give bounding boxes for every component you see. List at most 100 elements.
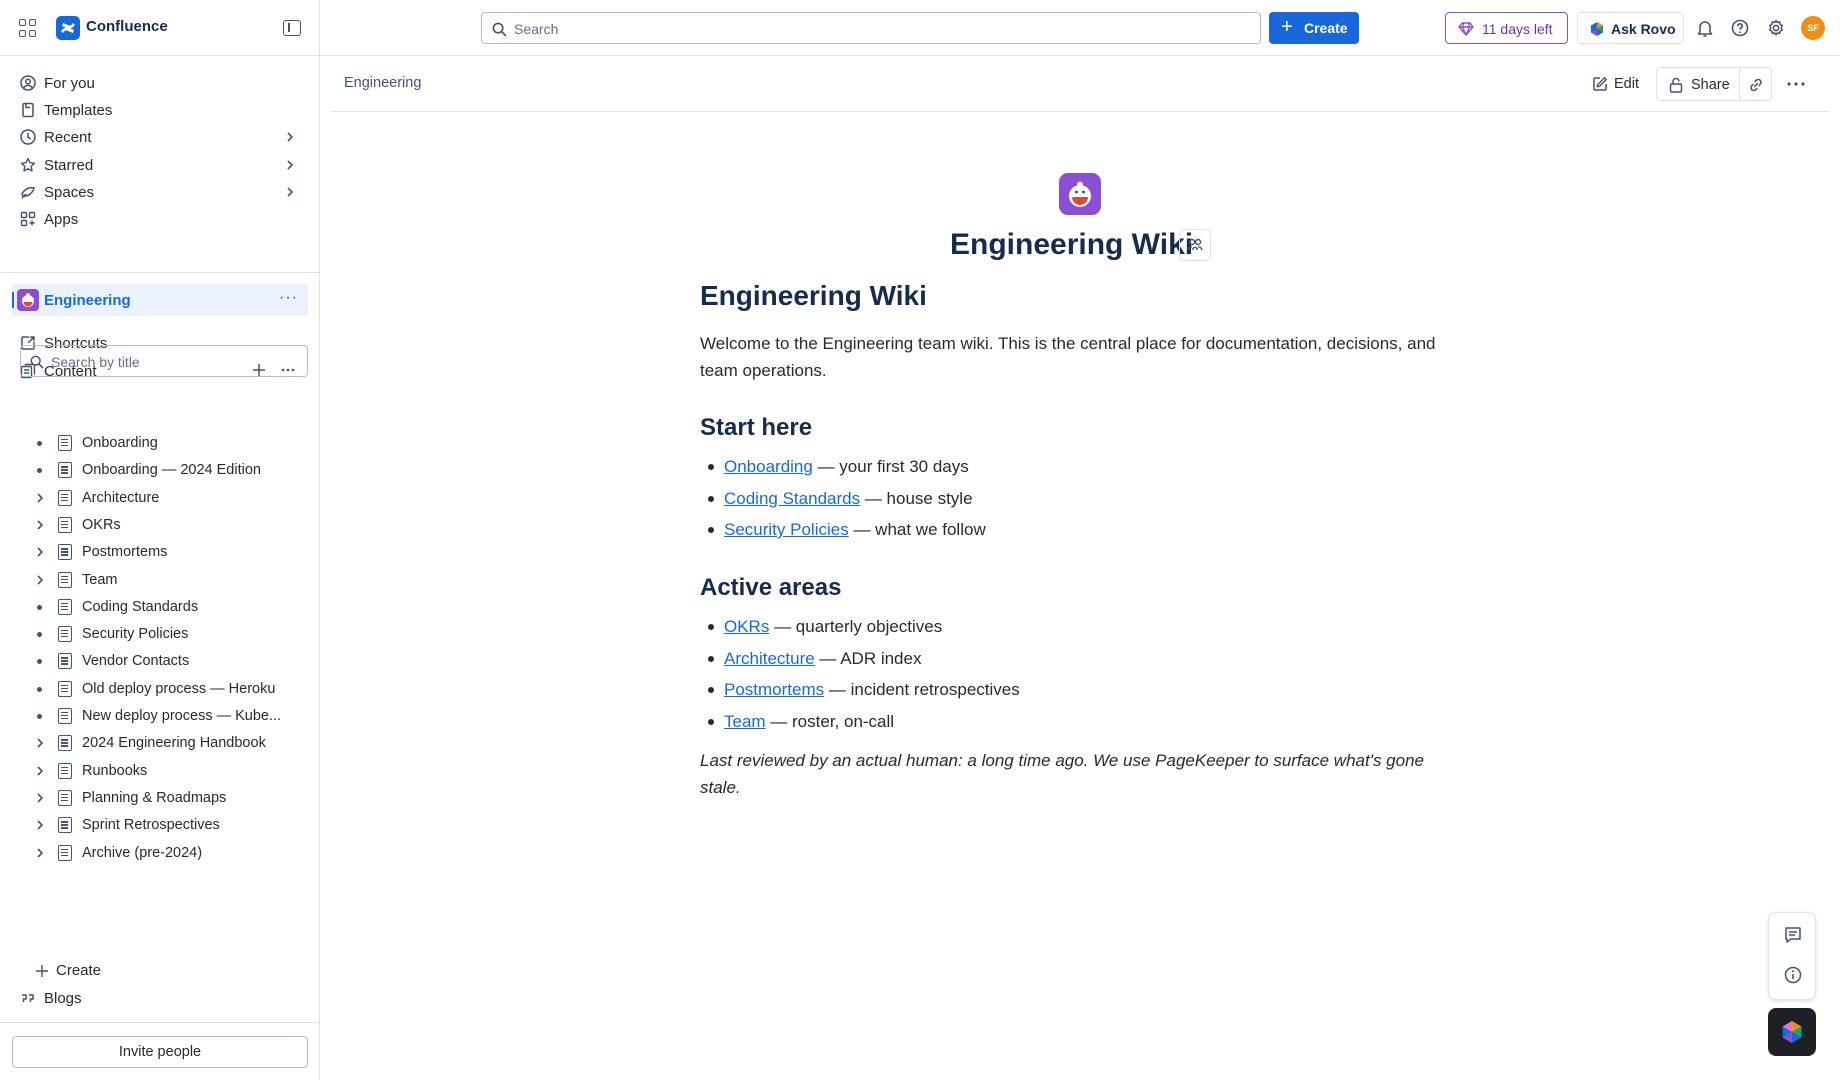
- tree-item[interactable]: New deploy process — Kube...: [20, 701, 308, 731]
- link-architecture[interactable]: Architecture: [724, 649, 815, 668]
- page-header-bar: Engineering Edit Share: [332, 56, 1828, 112]
- tree-item[interactable]: Sprint Retrospectives: [20, 810, 308, 840]
- tree-item[interactable]: Vendor Contacts: [20, 646, 308, 676]
- trial-badge-button[interactable]: 11 days left: [1445, 12, 1568, 44]
- page-icon: [58, 489, 72, 506]
- chevron-right-icon[interactable]: [34, 518, 46, 532]
- user-avatar[interactable]: SF: [1801, 16, 1825, 40]
- chevron-right-icon[interactable]: [34, 545, 46, 559]
- sidebar-item-starred[interactable]: Starred: [12, 150, 308, 180]
- list-item: Team — roster, on-call: [700, 708, 1020, 740]
- link-security-policies[interactable]: Security Policies: [724, 520, 849, 539]
- chevron-right-icon[interactable]: [34, 491, 46, 505]
- help-icon[interactable]: [1728, 16, 1752, 40]
- settings-gear-icon[interactable]: [1764, 16, 1788, 40]
- tree-item[interactable]: Onboarding: [20, 428, 308, 458]
- notifications-bell-icon[interactable]: [1693, 16, 1717, 40]
- tree-item-label: Onboarding — 2024 Edition: [82, 462, 261, 479]
- comment-icon[interactable]: [1783, 925, 1803, 945]
- content-heading: Engineering Wiki: [700, 280, 927, 311]
- tree-item-label: Old deploy process — Heroku: [82, 680, 276, 697]
- chevron-right-icon[interactable]: [34, 573, 46, 587]
- breadcrumb[interactable]: Engineering: [344, 75, 421, 91]
- tree-item[interactable]: OKRs: [20, 510, 308, 540]
- chevron-right-icon[interactable]: [284, 131, 296, 143]
- page-emoji-icon[interactable]: [1059, 173, 1101, 215]
- link-onboarding[interactable]: Onboarding: [724, 457, 813, 476]
- bullet-icon: [37, 468, 42, 474]
- list-item: Onboarding — your first 30 days: [700, 453, 986, 485]
- link-coding-standards[interactable]: Coding Standards: [724, 489, 860, 508]
- tree-create-button[interactable]: Create: [20, 955, 316, 985]
- collapse-sidebar-icon[interactable]: [283, 20, 301, 36]
- tree-item-label: Postmortems: [82, 544, 168, 561]
- sidebar-item-for-you[interactable]: For you: [12, 68, 308, 98]
- collaborators-icon[interactable]: [1179, 229, 1211, 261]
- review-note: Last reviewed by an actual human: a long…: [700, 751, 1424, 797]
- chevron-right-icon[interactable]: [34, 791, 46, 805]
- create-button[interactable]: + Create: [1269, 12, 1359, 44]
- chevron-right-icon[interactable]: [34, 736, 46, 750]
- tree-item[interactable]: Old deploy process — Heroku: [20, 674, 308, 704]
- page-icon: [58, 653, 72, 670]
- chevron-right-icon[interactable]: [34, 764, 46, 778]
- sidebar-item-label: Starred: [44, 157, 94, 174]
- search-input[interactable]: Search: [481, 12, 1261, 44]
- tree-item[interactable]: Onboarding — 2024 Edition: [20, 455, 308, 485]
- section-heading-active-areas: Active areas: [700, 574, 842, 601]
- page-more-actions-icon[interactable]: [1786, 72, 1806, 96]
- ask-rovo-button[interactable]: Ask Rovo: [1577, 12, 1684, 44]
- info-icon[interactable]: [1783, 965, 1803, 985]
- start-here-list: Onboarding — your first 30 days Coding S…: [700, 453, 986, 548]
- chevron-right-icon[interactable]: [284, 159, 296, 171]
- share-label: Share: [1691, 77, 1730, 93]
- page-icon: [58, 435, 72, 451]
- sidebar-item-spaces[interactable]: Spaces: [12, 177, 308, 207]
- sidebar-item-templates[interactable]: Templates: [12, 95, 308, 125]
- floating-actions-panel: [1768, 912, 1816, 1000]
- bullet-icon: [37, 604, 42, 610]
- confluence-logo-icon[interactable]: [56, 16, 80, 40]
- space-more-actions-icon[interactable]: ···: [279, 289, 298, 307]
- rovo-icon: [1782, 1021, 1802, 1043]
- chevron-right-icon[interactable]: [34, 846, 46, 860]
- chevron-right-icon[interactable]: [34, 818, 46, 832]
- tree-item[interactable]: Postmortems: [20, 537, 308, 567]
- sidebar-item-apps[interactable]: Apps: [12, 204, 308, 234]
- app-name[interactable]: Confluence: [86, 18, 168, 35]
- bullet-icon: [37, 659, 42, 665]
- link-team[interactable]: Team: [724, 712, 766, 731]
- tree-item[interactable]: Team: [20, 565, 308, 595]
- tree-item-label: Archive (pre-2024): [82, 844, 203, 861]
- search-by-title-input[interactable]: Search by title: [20, 345, 308, 377]
- tree-item-label: Onboarding: [82, 435, 158, 451]
- app-switcher-icon[interactable]: [18, 18, 38, 38]
- list-item-text: — what we follow: [848, 520, 986, 539]
- rovo-chat-button[interactable]: [1768, 1008, 1816, 1056]
- tree-item[interactable]: Coding Standards: [20, 592, 308, 622]
- sidebar-divider: [0, 272, 320, 273]
- link-postmortems[interactable]: Postmortems: [724, 680, 824, 699]
- search-placeholder: Search: [514, 21, 559, 37]
- tree-item[interactable]: Architecture: [20, 483, 308, 513]
- invite-people-button[interactable]: Invite people: [12, 1036, 308, 1068]
- sidebar-item-blogs[interactable]: Blogs: [12, 983, 308, 1013]
- tree-item[interactable]: 2024 Engineering Handbook: [20, 728, 308, 758]
- share-button[interactable]: Share: [1656, 67, 1740, 101]
- list-item: Architecture — ADR index: [700, 645, 1020, 677]
- copy-link-button[interactable]: [1740, 67, 1772, 101]
- tree-item[interactable]: Runbooks: [20, 756, 308, 786]
- tree-item[interactable]: Security Policies: [20, 619, 308, 649]
- tree-item[interactable]: Archive (pre-2024): [20, 838, 308, 868]
- chevron-right-icon[interactable]: [284, 186, 296, 198]
- tree-item-label: OKRs: [82, 516, 121, 533]
- sidebar-space-engineering[interactable]: Engineering ···: [12, 284, 308, 316]
- section-heading-start-here: Start here: [700, 414, 813, 441]
- link-okrs[interactable]: OKRs: [724, 617, 769, 636]
- page-icon: [58, 626, 72, 643]
- active-areas-list: OKRs — quarterly objectives Architecture…: [700, 613, 1020, 739]
- edit-button[interactable]: Edit: [1584, 68, 1642, 100]
- sidebar-item-label: Spaces: [44, 184, 95, 201]
- tree-item[interactable]: Planning & Roadmaps: [20, 783, 308, 813]
- sidebar-item-recent[interactable]: Recent: [12, 122, 308, 152]
